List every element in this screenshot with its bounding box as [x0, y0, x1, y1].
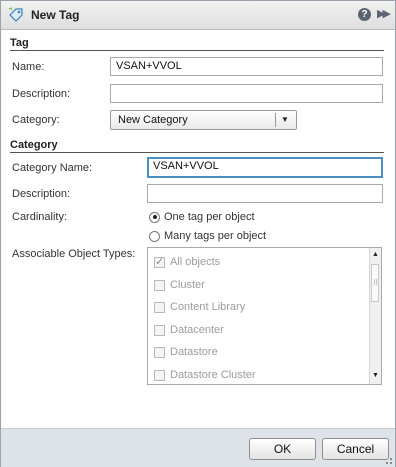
dialog-footer: OK Cancel [1, 428, 395, 467]
expand-icon[interactable]: ▶▶ [377, 7, 391, 20]
category-description-input[interactable] [147, 184, 383, 203]
associable-object-types-label: Associable Object Types: [12, 248, 136, 260]
category-label: Category: [12, 114, 60, 126]
object-types-list[interactable]: All objects Cluster Content Library Data… [147, 247, 382, 385]
radio-unchecked-icon [149, 230, 160, 242]
category-description-label: Description: [12, 188, 71, 200]
description-input[interactable] [110, 84, 383, 103]
checkbox-icon [154, 301, 165, 313]
object-type-label: Datastore [170, 346, 218, 358]
category-select-value: New Category [118, 114, 188, 126]
name-input[interactable]: VSAN+VVOL [110, 57, 383, 76]
cardinality-many-radio[interactable]: Many tags per object [149, 230, 266, 242]
object-type-datastore-cluster[interactable]: Datastore Cluster [154, 369, 256, 381]
tag-section-heading: Tag [10, 37, 384, 51]
checkbox-icon [154, 346, 165, 358]
checkbox-icon [154, 324, 165, 336]
scrollbar-thumb[interactable]: ⠿ [371, 264, 379, 302]
dialog-title: New Tag [31, 8, 80, 22]
object-type-label: Datacenter [170, 324, 224, 336]
cardinality-one-radio[interactable]: One tag per object [149, 211, 255, 223]
new-tag-dialog: New Tag ? ▶▶ Tag Name: VSAN+VVOL Descrip… [0, 0, 396, 467]
radio-checked-icon [149, 211, 160, 223]
title-bar[interactable]: New Tag ? ▶▶ [1, 1, 395, 30]
ok-button[interactable]: OK [249, 438, 316, 460]
object-type-cluster[interactable]: Cluster [154, 279, 205, 291]
cardinality-label: Cardinality: [12, 211, 68, 223]
scroll-down-icon[interactable]: ▼ [372, 372, 379, 379]
object-type-datastore[interactable]: Datastore [154, 346, 218, 358]
object-type-label: Datastore Cluster [170, 369, 256, 381]
cardinality-one-label: One tag per object [164, 211, 255, 223]
object-type-datacenter[interactable]: Datacenter [154, 324, 224, 336]
category-select[interactable]: New Category ▼ [110, 110, 297, 130]
object-type-all-objects[interactable]: All objects [154, 255, 221, 268]
object-type-label: All objects [170, 256, 221, 268]
grip-icon: ⠿ [373, 280, 379, 287]
object-type-content-library[interactable]: Content Library [154, 301, 245, 313]
checkbox-icon [154, 279, 165, 291]
scroll-up-icon[interactable]: ▲ [372, 251, 379, 258]
category-name-value: VSAN+VVOL [153, 160, 219, 172]
cancel-button[interactable]: Cancel [322, 438, 389, 460]
category-name-input[interactable]: VSAN+VVOL [147, 157, 383, 178]
description-label: Description: [12, 88, 71, 100]
cardinality-many-label: Many tags per object [164, 230, 267, 242]
object-type-label: Content Library [170, 301, 246, 313]
name-label: Name: [12, 61, 45, 73]
tag-icon [8, 7, 23, 22]
help-icon[interactable]: ? [358, 8, 371, 21]
chevron-down-icon: ▼ [281, 115, 289, 124]
category-section-heading: Category [10, 139, 384, 153]
checkbox-icon [154, 369, 165, 381]
resize-grip-icon[interactable] [386, 458, 392, 464]
select-divider [275, 113, 276, 127]
checkbox-checked-icon [154, 255, 165, 268]
object-type-label: Cluster [170, 279, 205, 291]
category-name-label: Category Name: [12, 162, 93, 174]
list-scrollbar[interactable]: ▲ ⠿ ▼ [369, 248, 381, 384]
